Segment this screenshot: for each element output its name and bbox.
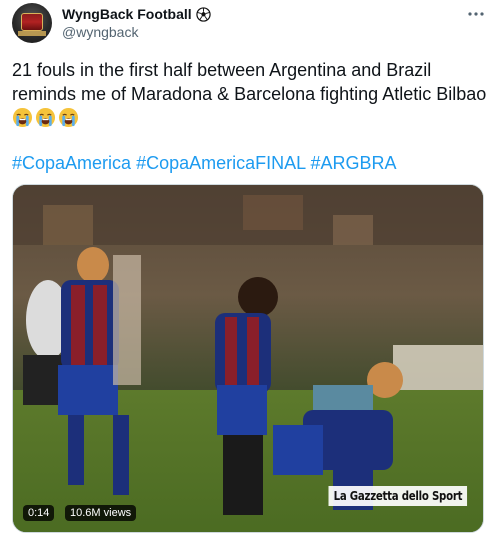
emoji-group	[12, 107, 81, 128]
tweet-body: 21 fouls in the first half between Argen…	[12, 60, 487, 104]
video-frame	[13, 185, 483, 532]
loudly-crying-face-icon	[58, 107, 79, 128]
video-watermark: La Gazzetta dello Sport	[328, 486, 467, 506]
author-handle[interactable]: @wyngback	[62, 24, 138, 40]
tweet-text: 21 fouls in the first half between Argen…	[12, 58, 490, 130]
avatar-crest	[21, 13, 43, 31]
video-player[interactable]: La Gazzetta dello Sport 0:14 10.6M views	[12, 184, 484, 533]
loudly-crying-face-icon	[12, 107, 33, 128]
avatar-band	[18, 31, 46, 36]
soccer-ball-icon	[195, 6, 211, 22]
video-views: 10.6M views	[65, 505, 137, 521]
avatar[interactable]	[12, 3, 52, 43]
hashtag-argbra[interactable]: #ARGBRA	[311, 153, 397, 173]
loudly-crying-face-icon	[35, 107, 56, 128]
video-duration: 0:14	[23, 505, 55, 521]
author-name-row[interactable]: WyngBack Football	[62, 6, 211, 22]
hashtag-copaamerica[interactable]: #CopaAmerica	[12, 153, 131, 173]
more-dots-icon	[468, 12, 484, 16]
more-options-button[interactable]	[466, 4, 486, 24]
hashtag-copaamericafinal[interactable]: #CopaAmericaFINAL	[136, 153, 305, 173]
display-name[interactable]: WyngBack Football	[62, 6, 192, 22]
hashtags: #CopaAmerica #CopaAmericaFINAL #ARGBRA	[12, 151, 397, 175]
